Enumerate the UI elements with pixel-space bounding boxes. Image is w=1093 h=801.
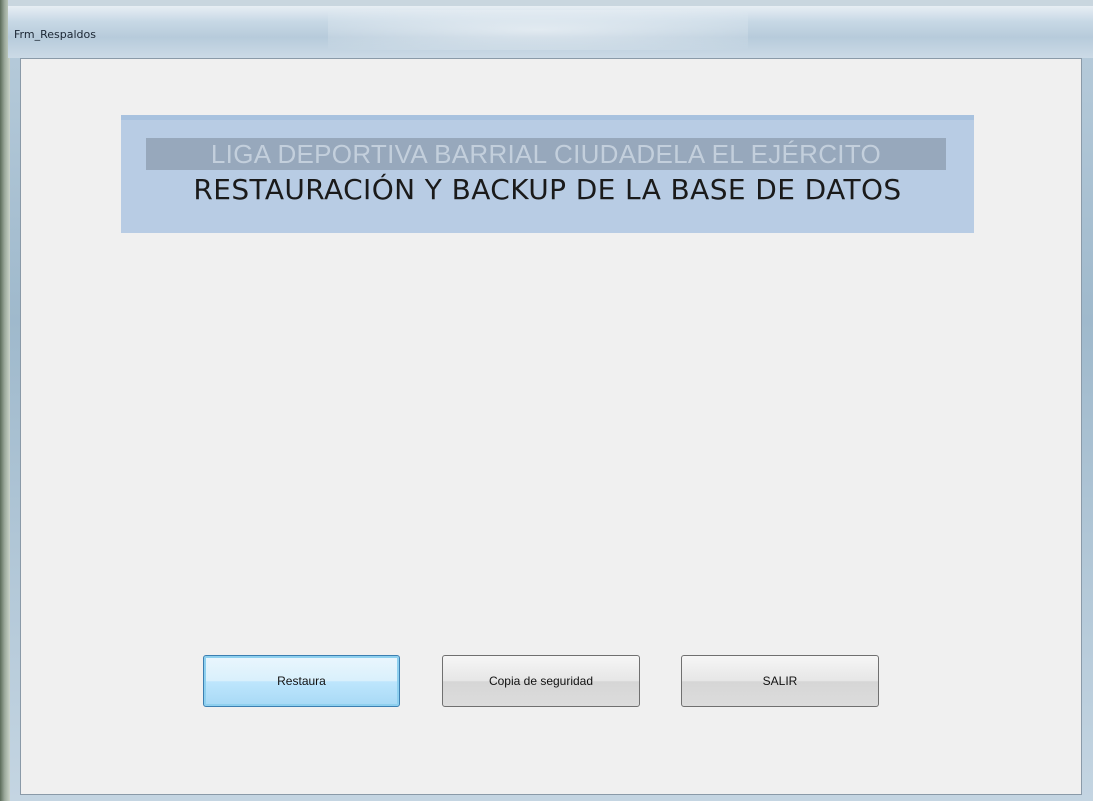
page-title: RESTAURACIÓN Y BACKUP DE LA BASE DE DATO… [193,173,902,206]
exit-button[interactable]: SALIR [681,655,879,707]
title-bar[interactable]: Frm_Respaldos [8,0,1093,58]
desktop-edge [0,0,10,801]
header-banner: LIGA DEPORTIVA BARRIAL CIUDADELA EL EJÉR… [121,115,974,233]
title-bar-glow [328,10,748,50]
form-client-area: LIGA DEPORTIVA BARRIAL CIUDADELA EL EJÉR… [20,58,1082,795]
restore-button[interactable]: Restaura [203,655,400,707]
backup-button[interactable]: Copia de seguridad [442,655,640,707]
window-title: Frm_Respaldos [14,28,96,41]
app-window: Frm_Respaldos LIGA DEPORTIVA BARRIAL CIU… [0,0,1093,801]
league-name-label: LIGA DEPORTIVA BARRIAL CIUDADELA EL EJÉR… [146,138,946,170]
